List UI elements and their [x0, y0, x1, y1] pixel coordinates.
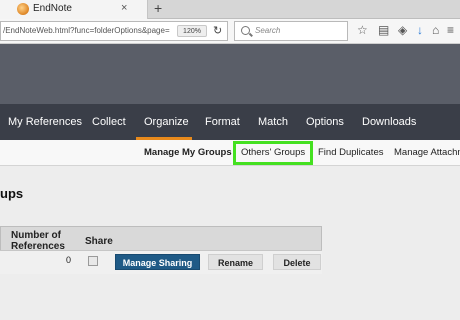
- nav-my-references[interactable]: My References: [8, 116, 82, 128]
- nav-match[interactable]: Match: [258, 116, 288, 128]
- header-share: Share: [85, 236, 113, 247]
- reading-list-icon[interactable]: ▤: [378, 23, 389, 37]
- browser-tab-bar: EndNote × +: [0, 0, 460, 19]
- reload-icon[interactable]: ↻: [213, 24, 222, 37]
- url-bar[interactable]: /EndNoteWeb.html?func=folderOptions&page…: [0, 21, 228, 41]
- main-nav: My References Collect Organize Format Ma…: [0, 104, 460, 140]
- manage-sharing-button[interactable]: Manage Sharing: [115, 254, 200, 270]
- header-number-of-references: Number of References: [11, 230, 65, 252]
- bookmark-star-icon[interactable]: ☆: [357, 23, 368, 37]
- new-tab-icon[interactable]: +: [154, 0, 162, 16]
- share-checkbox[interactable]: [88, 256, 98, 266]
- download-icon[interactable]: ↓: [417, 23, 423, 37]
- nav-downloads[interactable]: Downloads: [362, 116, 416, 128]
- menu-icon[interactable]: ≡: [447, 23, 454, 37]
- page-title: ups: [0, 186, 24, 201]
- search-placeholder: Search: [255, 26, 281, 35]
- nav-format[interactable]: Format: [205, 116, 240, 128]
- delete-button[interactable]: Delete: [273, 254, 321, 270]
- nav-options[interactable]: Options: [306, 116, 344, 128]
- subnav-manage-my-groups[interactable]: Manage My Groups: [144, 147, 232, 158]
- highlight-box: [233, 141, 313, 165]
- reference-count: 0: [66, 255, 72, 265]
- rename-button[interactable]: Rename: [208, 254, 263, 270]
- url-text: /EndNoteWeb.html?func=folderOptions&page…: [3, 26, 170, 35]
- subnav-manage-attachments[interactable]: Manage Attachm: [394, 147, 460, 158]
- zoom-level[interactable]: 120%: [177, 25, 207, 37]
- tab-title: EndNote: [33, 3, 72, 14]
- shield-icon[interactable]: ◈: [398, 23, 407, 37]
- search-icon: [241, 26, 250, 35]
- browser-nav-bar: /EndNoteWeb.html?func=folderOptions&page…: [0, 19, 460, 44]
- home-icon[interactable]: ⌂: [432, 23, 439, 37]
- browser-tab[interactable]: EndNote ×: [0, 0, 148, 19]
- search-input[interactable]: Search: [234, 21, 348, 41]
- subnav-find-duplicates[interactable]: Find Duplicates: [318, 147, 383, 158]
- nav-collect[interactable]: Collect: [92, 116, 126, 128]
- close-tab-icon[interactable]: ×: [121, 2, 127, 14]
- app-header: [0, 44, 460, 104]
- endnote-favicon-icon: [17, 3, 29, 15]
- nav-organize[interactable]: Organize: [144, 116, 189, 128]
